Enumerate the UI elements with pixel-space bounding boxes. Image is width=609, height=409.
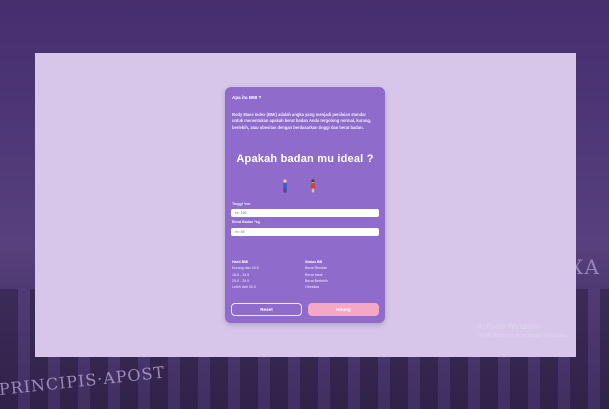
activate-windows-subtitle: Go to Settings to activate Windows.: [477, 333, 569, 339]
weight-input[interactable]: [231, 228, 379, 236]
female-figure-icon: [309, 179, 317, 193]
headline: Apakah badan mu ideal ?: [236, 153, 374, 165]
question-title: Apa itu BMI ?: [232, 95, 262, 100]
bmi-status-column: Status BB Berat Rendah Berat Ideal Berat…: [305, 259, 328, 290]
male-figure-icon: [281, 179, 289, 193]
bmi-status: Obesitas: [305, 285, 320, 290]
height-label: Tinggi *cm: [232, 202, 251, 206]
hitung-button[interactable]: Hitung: [308, 303, 379, 316]
bmi-range-column: Hasil BMI Kurang dari 18.5 18.5 - 24.9 2…: [232, 259, 259, 290]
gender-figures: [281, 179, 321, 193]
activate-windows-title: Activate Windows: [477, 322, 541, 331]
bmi-description: Body Mass Index (BMI) adalah angka yang …: [232, 112, 372, 130]
activate-windows-watermark: Activate Windows Go to Settings to activ…: [477, 322, 569, 339]
modal-overlay: Apa itu BMI ? Body Mass Index (BMI) adal…: [35, 53, 576, 357]
bmi-range: Lebih dari 30.0: [232, 285, 256, 290]
reset-button[interactable]: Reset: [231, 303, 302, 316]
bmi-status: Berat Rendah: [305, 266, 328, 271]
weight-label: Berat Badan *kg: [232, 220, 260, 224]
height-input[interactable]: [231, 209, 379, 217]
bmi-range: Kurang dari 18.5: [232, 266, 259, 271]
bmi-card: Apa itu BMI ? Body Mass Index (BMI) adal…: [225, 87, 385, 323]
